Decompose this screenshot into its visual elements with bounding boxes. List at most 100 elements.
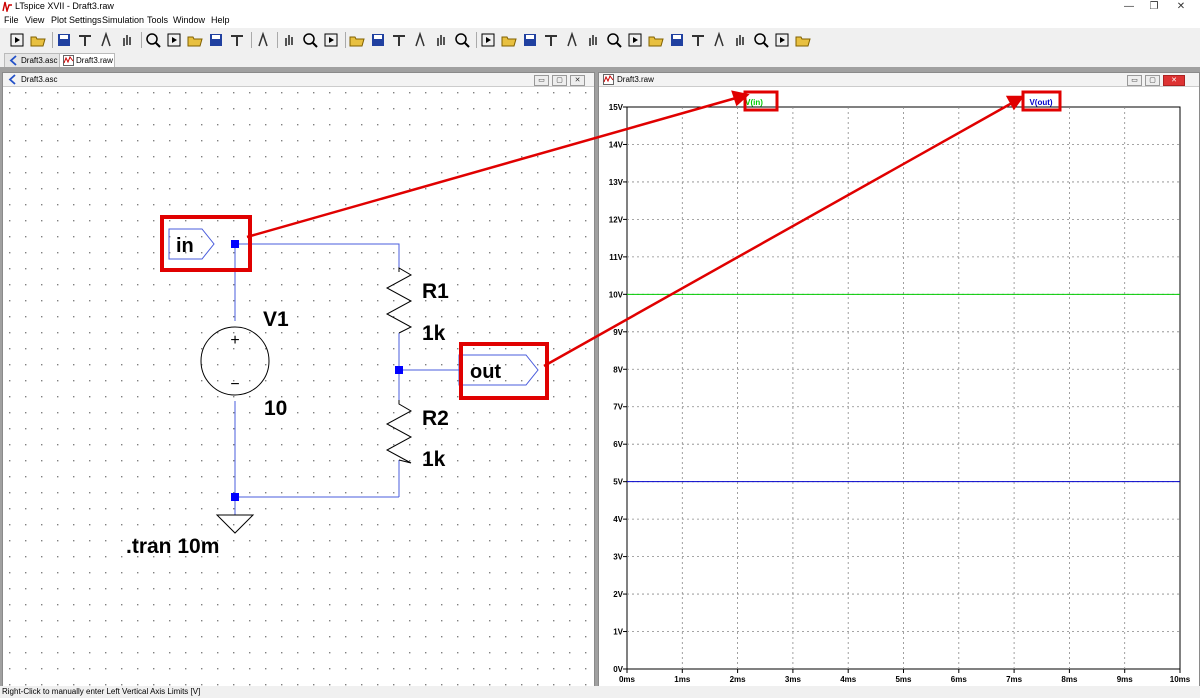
halt-icon[interactable] [97, 31, 115, 49]
run-icon[interactable] [8, 31, 26, 49]
tile-vertical-icon[interactable] [301, 31, 319, 49]
toolbar-separator [345, 32, 346, 48]
toolbar-separator [277, 32, 278, 48]
r2-value: 1k [422, 448, 446, 471]
tab-draft3-asc[interactable]: Draft3.asc [4, 53, 60, 67]
cut-icon[interactable] [348, 31, 366, 49]
r1-name: R1 [422, 280, 449, 303]
y-tick-label: 13V [609, 178, 624, 187]
tile-horizontal-icon[interactable] [280, 31, 298, 49]
zoom-out-icon[interactable] [165, 31, 183, 49]
resistor-icon[interactable] [542, 31, 560, 49]
y-tick-label: 8V [613, 365, 623, 374]
redo-icon[interactable] [710, 31, 728, 49]
tab-draft3-raw[interactable]: Draft3.raw [59, 53, 115, 67]
mark-icon[interactable] [254, 31, 272, 49]
wire-icon[interactable] [479, 31, 497, 49]
print-preview-icon[interactable] [453, 31, 471, 49]
schematic-canvas[interactable]: + − in out V1 10 R1 1k R2 1k .tran 10m [3, 87, 594, 686]
x-tick-label: 2ms [730, 675, 747, 684]
open-icon[interactable] [29, 31, 47, 49]
toolbar-separator [476, 32, 477, 48]
y-tick-label: 12V [609, 215, 624, 224]
spice-directive-icon[interactable] [794, 31, 812, 49]
menu-view[interactable]: View [25, 15, 44, 25]
schematic-window-titlebar: Draft3.asc ▭ ▢ ✕ [3, 73, 594, 87]
zoom-cancel-icon[interactable] [207, 31, 225, 49]
y-tick-label: 9V [613, 328, 623, 337]
zoom-fit-icon[interactable] [186, 31, 204, 49]
title-bar: LTspice XVII - Draft3.raw — ❐ ✕ [0, 0, 1200, 14]
diode-icon[interactable] [605, 31, 623, 49]
minimize-button[interactable]: ▭ [1127, 75, 1142, 86]
x-tick-label: 3ms [785, 675, 802, 684]
close-button[interactable]: ✕ [1170, 0, 1192, 14]
v1-value: 10 [264, 397, 287, 420]
menu-help[interactable]: Help [211, 15, 230, 25]
x-tick-label: 4ms [840, 675, 857, 684]
capacitor-icon[interactable] [563, 31, 581, 49]
menu-plot-settings[interactable]: Plot Settings [51, 15, 102, 25]
paste-icon[interactable] [390, 31, 408, 49]
maximize-button[interactable]: ❐ [1143, 0, 1165, 14]
pan-hand-icon[interactable] [118, 31, 136, 49]
y-tick-label: 7V [613, 403, 623, 412]
x-tick-label: 5ms [895, 675, 912, 684]
menu-file[interactable]: File [4, 15, 19, 25]
trace-label-vout-text: V(out) [1029, 98, 1052, 107]
junction-in [231, 240, 239, 248]
undo-icon[interactable] [689, 31, 707, 49]
move-icon[interactable] [647, 31, 665, 49]
restore-button[interactable]: ▢ [1145, 75, 1160, 86]
menu-bar: File View Plot Settings Simulation Tools… [0, 14, 1200, 28]
schematic-icon [8, 74, 16, 85]
menu-simulation[interactable]: Simulation [102, 15, 144, 25]
label-icon[interactable] [521, 31, 539, 49]
junction-out [395, 366, 403, 374]
plot-window: Draft3.raw ▭ ▢ ✕ 0V 1V 2V 3V 4V 5V 6V 7V 8V 9V 10V… [598, 72, 1200, 687]
save-icon[interactable] [55, 31, 73, 49]
spice-directive[interactable]: .tran 10m [126, 535, 219, 558]
zoom-in-icon[interactable] [144, 31, 162, 49]
close-button[interactable]: ✕ [570, 75, 585, 86]
y-tick-label: 2V [613, 590, 623, 599]
r1-value: 1k [422, 322, 446, 345]
text-icon[interactable] [773, 31, 791, 49]
plot-canvas[interactable]: 0V 1V 2V 3V 4V 5V 6V 7V 8V 9V 10V 11V 12V 13V 14V 15V 0m… [599, 87, 1199, 686]
y-tick-label: 10V [609, 290, 624, 299]
plot-window-title: Draft3.raw [617, 75, 654, 84]
restore-button[interactable]: ▢ [552, 75, 567, 86]
mirror-icon[interactable] [752, 31, 770, 49]
menu-tools[interactable]: Tools [147, 15, 168, 25]
autorange-icon[interactable] [228, 31, 246, 49]
print-icon[interactable] [432, 31, 450, 49]
copy-icon[interactable] [369, 31, 387, 49]
toolbar-separator [141, 32, 142, 48]
cascade-icon[interactable] [322, 31, 340, 49]
junction-ground [231, 493, 239, 501]
tab-label: Draft3.raw [76, 56, 113, 65]
toolbar [0, 28, 1200, 53]
schematic-window-title: Draft3.asc [21, 75, 58, 84]
net-label-out-text: out [470, 361, 501, 383]
toolbar-separator [251, 32, 252, 48]
menu-window[interactable]: Window [173, 15, 205, 25]
y-tick-label: 5V [613, 478, 623, 487]
component-icon[interactable] [626, 31, 644, 49]
net-label-in-text: in [176, 235, 194, 257]
v1-name: V1 [263, 308, 289, 331]
drag-icon[interactable] [668, 31, 686, 49]
y-tick-label: 6V [613, 440, 623, 449]
status-bar: Right-Click to manually enter Left Verti… [0, 686, 1200, 698]
x-tick-label: 7ms [1006, 675, 1023, 684]
inductor-icon[interactable] [584, 31, 602, 49]
rotate-icon[interactable] [731, 31, 749, 49]
ground-icon[interactable] [500, 31, 518, 49]
mdi-workspace: Draft3.asc ▭ ▢ ✕ + − in out V1 10 R1 1k … [0, 67, 1200, 687]
find-icon[interactable] [411, 31, 429, 49]
control-panel-icon[interactable] [76, 31, 94, 49]
close-button[interactable]: ✕ [1163, 75, 1185, 86]
minimize-button[interactable]: ▭ [534, 75, 549, 86]
minus-sign: − [230, 376, 239, 393]
minimize-button[interactable]: — [1118, 0, 1140, 14]
